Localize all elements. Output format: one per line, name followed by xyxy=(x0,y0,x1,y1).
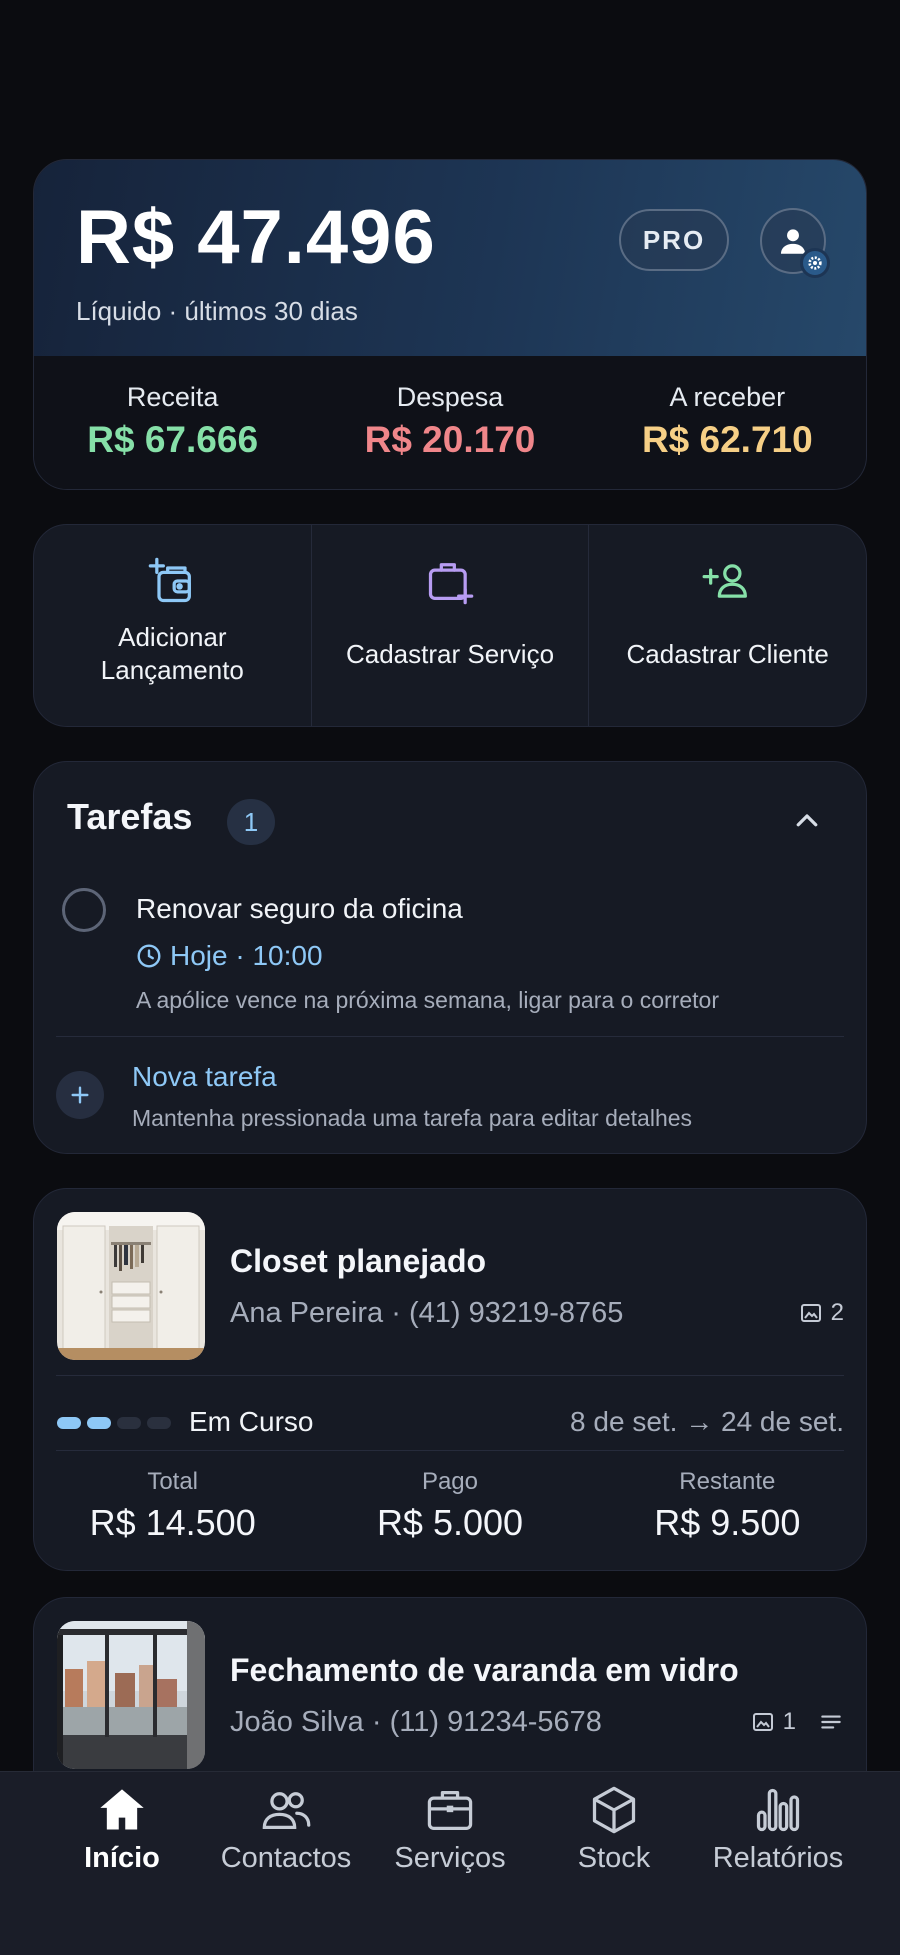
nav-label: Contactos xyxy=(220,1842,352,1874)
nav-contacts[interactable]: Contactos xyxy=(204,1772,368,1955)
task-description: A apólice vence na próxima semana, ligar… xyxy=(136,987,719,1013)
service-title: Closet planejado xyxy=(230,1243,487,1279)
divider xyxy=(56,1375,844,1376)
separator-dot: · xyxy=(391,1297,409,1329)
bar-chart-icon xyxy=(756,1788,800,1832)
nav-label: Serviços xyxy=(394,1842,506,1874)
new-task-hint: Mantenha pressionada uma tarefa para edi… xyxy=(132,1105,693,1131)
separator-dot: · xyxy=(371,1706,390,1738)
money-remaining: Restante R$ 9.500 xyxy=(589,1468,866,1544)
service-dates: 8 de set. → 24 de set. xyxy=(570,1406,844,1437)
stat-label: Despesa xyxy=(396,382,504,412)
gear-icon xyxy=(800,248,830,278)
service-title: Fechamento de varanda em vidro xyxy=(230,1652,739,1688)
payment-summary: Total R$ 14.500 Pago R$ 5.000 Restante R… xyxy=(34,1468,866,1544)
balance-header: R$ 47.496 Líquido · últimos 30 dias PRO xyxy=(34,160,866,356)
bottom-nav: Início Contactos Serviços Stock Relatóri… xyxy=(0,1771,900,1955)
stat-label: Receita xyxy=(126,382,219,412)
tasks-title: Tarefas xyxy=(67,796,193,837)
nav-label: Relatórios xyxy=(712,1842,844,1874)
progress-dot xyxy=(147,1417,171,1429)
stat-value: R$ 20.170 xyxy=(364,419,536,460)
service-card[interactable]: Closet planejado Ana Pereira · (41) 9321… xyxy=(33,1188,867,1571)
add-client-button[interactable]: Cadastrar Cliente xyxy=(589,525,866,726)
nav-services[interactable]: Serviços xyxy=(368,1772,532,1955)
money-label: Pago xyxy=(421,1468,479,1495)
client-name: João Silva xyxy=(230,1706,364,1738)
nav-label: Início xyxy=(84,1842,160,1874)
status-progress xyxy=(57,1417,171,1429)
money-value: R$ 5.000 xyxy=(376,1502,524,1543)
task-time-text: Hoje · 10:00 xyxy=(170,940,323,971)
service-client: Ana Pereira · (41) 93219-8765 xyxy=(230,1297,623,1330)
net-balance: R$ 47.496 xyxy=(76,195,436,280)
money-value: R$ 9.500 xyxy=(654,1502,801,1543)
stat-value: R$ 62.710 xyxy=(641,419,813,460)
photo-count: 2 xyxy=(799,1299,844,1327)
clock-icon xyxy=(137,944,161,968)
user-plus-icon xyxy=(702,564,747,598)
task-time: Hoje · 10:00 xyxy=(136,940,323,972)
progress-dot xyxy=(87,1417,111,1429)
progress-dot xyxy=(117,1417,141,1429)
plus-icon xyxy=(71,1086,89,1104)
task-title[interactable]: Renovar seguro da oficina xyxy=(136,893,463,925)
money-label: Total xyxy=(147,1468,199,1495)
progress-dot xyxy=(57,1417,81,1429)
add-entry-button[interactable]: Adicionar Lançamento xyxy=(34,525,312,726)
photo-count: 1 xyxy=(751,1708,844,1736)
action-label: Cadastrar Cliente xyxy=(626,638,829,669)
service-status: Em Curso xyxy=(189,1406,314,1437)
task-checkbox[interactable] xyxy=(62,888,106,932)
stat-receivable[interactable]: A receber R$ 62.710 xyxy=(589,356,866,489)
new-task-button[interactable] xyxy=(56,1071,104,1119)
money-paid: Pago R$ 5.000 xyxy=(311,1468,588,1544)
action-label: Adicionar Lançamento xyxy=(100,622,244,685)
money-value: R$ 14.500 xyxy=(89,1502,256,1543)
summary-card: R$ 47.496 Líquido · últimos 30 dias PRO … xyxy=(33,159,867,490)
nav-stock[interactable]: Stock xyxy=(532,1772,696,1955)
client-phone[interactable]: (41) 93219-8765 xyxy=(409,1297,623,1329)
home-icon xyxy=(100,1789,144,1830)
photo-count-value: 2 xyxy=(830,1299,844,1326)
profile-button[interactable] xyxy=(760,208,830,278)
tasks-card: Tarefas 1 Renovar seguro da oficina Hoje… xyxy=(33,761,867,1154)
add-service-button[interactable]: Cadastrar Serviço xyxy=(312,525,590,726)
quick-actions: Adicionar Lançamento Cadastrar Serviço C… xyxy=(33,524,867,727)
client-name: Ana Pereira xyxy=(230,1297,384,1329)
chevron-up-icon[interactable] xyxy=(792,806,822,836)
briefcase-plus-icon xyxy=(428,563,474,605)
pro-badge[interactable]: PRO xyxy=(619,209,729,271)
service-thumbnail xyxy=(57,1212,205,1360)
balance-period: Líquido · últimos 30 dias xyxy=(76,296,358,326)
wallet-plus-icon xyxy=(149,557,192,603)
tasks-count-badge: 1 xyxy=(227,799,275,845)
client-phone[interactable]: (11) 91234-5678 xyxy=(390,1706,602,1738)
stat-label: A receber xyxy=(669,382,786,412)
image-icon xyxy=(752,1713,773,1731)
service-client: João Silva · (11) 91234-5678 xyxy=(230,1706,602,1739)
stat-expense[interactable]: Despesa R$ 20.170 xyxy=(311,356,588,489)
nav-label: Stock xyxy=(577,1842,651,1874)
stats-row: Receita R$ 67.666 Despesa R$ 20.170 A re… xyxy=(34,356,866,489)
nav-home[interactable]: Início xyxy=(40,1772,204,1955)
photo-count-value: 1 xyxy=(782,1708,796,1735)
notes-icon xyxy=(821,1715,841,1729)
stat-revenue[interactable]: Receita R$ 67.666 xyxy=(34,356,311,489)
money-label: Restante xyxy=(679,1468,776,1495)
money-total: Total R$ 14.500 xyxy=(34,1468,311,1544)
new-task-label[interactable]: Nova tarefa xyxy=(132,1061,277,1093)
stat-value: R$ 67.666 xyxy=(87,419,259,460)
nav-reports[interactable]: Relatórios xyxy=(696,1772,860,1955)
action-label: Cadastrar Serviço xyxy=(345,638,555,669)
divider xyxy=(56,1450,844,1451)
people-icon xyxy=(262,1792,311,1829)
briefcase-icon xyxy=(427,1791,473,1831)
divider xyxy=(56,1036,844,1037)
box-icon xyxy=(592,1786,636,1834)
image-icon xyxy=(800,1304,821,1322)
service-thumbnail xyxy=(57,1621,205,1769)
